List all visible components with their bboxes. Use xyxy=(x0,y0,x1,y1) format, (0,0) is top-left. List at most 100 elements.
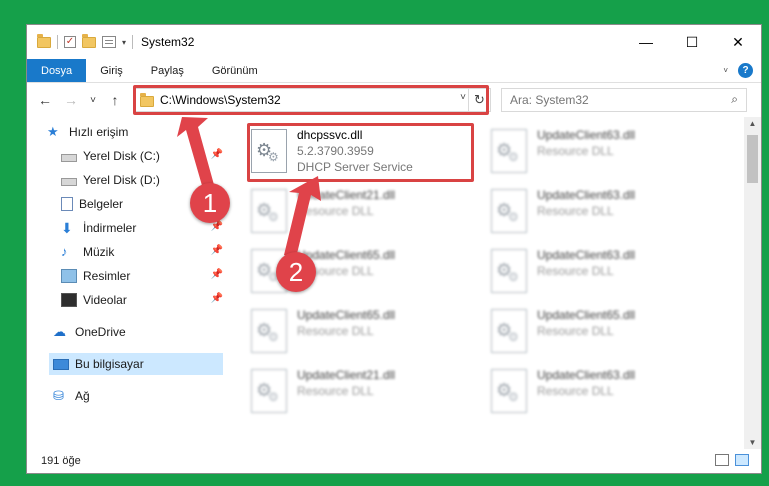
tab-home[interactable]: Giriş xyxy=(86,59,137,82)
window-title: System32 xyxy=(141,35,195,49)
scroll-down-icon[interactable]: ▼ xyxy=(744,438,761,447)
sidebar-item-label: Videolar xyxy=(83,293,127,307)
file-name: UpdateClient63.dll xyxy=(537,368,636,382)
pin-icon[interactable]: 📌 xyxy=(211,149,223,160)
file-name: UpdateClient65.dll xyxy=(297,308,396,322)
scroll-up-icon[interactable]: ▲ xyxy=(744,119,761,128)
title-bar: ✓ ▾ System32 — ☐ ✕ xyxy=(27,25,761,59)
back-button[interactable]: ← xyxy=(35,92,55,108)
file-name: UpdateClient63.dll xyxy=(537,128,636,142)
sidebar-item-label: Ağ xyxy=(75,389,90,403)
disk-icon xyxy=(61,154,77,162)
sidebar-item-pictures[interactable]: Resimler 📌 xyxy=(61,265,223,287)
cloud-icon: ☁ xyxy=(53,324,66,339)
tab-file[interactable]: Dosya xyxy=(27,59,87,82)
recent-locations-button[interactable]: ˅ xyxy=(83,95,103,106)
sidebar-item-local-disk-c[interactable]: Yerel Disk (C:) 📌 xyxy=(61,145,223,167)
file-name: UpdateClient21.dll xyxy=(297,368,396,382)
sidebar-item-this-pc[interactable]: Bu bilgisayar xyxy=(49,353,223,375)
maximize-button[interactable]: ☐ xyxy=(669,25,715,59)
dll-file-icon xyxy=(491,369,527,413)
sidebar-item-onedrive[interactable]: ☁ OneDrive xyxy=(53,321,223,343)
file-item[interactable]: UpdateClient65.dll Resource DLL xyxy=(251,307,481,359)
sidebar-item-label: Yerel Disk (D:) xyxy=(83,173,160,187)
step-marker-1: 1 xyxy=(190,183,230,223)
file-name: UpdateClient63.dll xyxy=(537,188,636,202)
dll-file-icon xyxy=(491,129,527,173)
sidebar-item-label: Hızlı erişim xyxy=(69,125,129,139)
file-description: Resource DLL xyxy=(537,264,614,278)
pin-icon[interactable]: 📌 xyxy=(211,245,223,256)
sidebar-item-label: İndirmeler xyxy=(83,221,137,235)
search-box[interactable]: ⌕ xyxy=(501,88,747,112)
file-item[interactable]: UpdateClient63.dll Resource DLL xyxy=(491,187,721,239)
vertical-scrollbar[interactable]: ▲ ▼ xyxy=(744,117,761,449)
pictures-icon xyxy=(61,269,77,283)
sidebar-item-label: Bu bilgisayar xyxy=(75,357,144,371)
step-marker-2: 2 xyxy=(276,252,316,292)
navigation-pane: ★ Hızlı erişim Yerel Disk (C:) 📌 Yerel D… xyxy=(27,121,223,445)
pin-icon[interactable]: 📌 xyxy=(211,293,223,304)
help-icon[interactable]: ? xyxy=(738,63,753,78)
new-folder-icon[interactable] xyxy=(82,33,96,48)
toolbar-divider xyxy=(57,35,58,49)
pc-icon xyxy=(53,358,69,370)
address-highlight-box xyxy=(133,85,489,115)
sidebar-item-label: Müzik xyxy=(83,245,115,259)
file-description: Resource DLL xyxy=(537,384,614,398)
item-count: 191 öğe xyxy=(41,455,81,467)
sidebar-item-label: Yerel Disk (C:) xyxy=(83,149,160,163)
tiles-view-icon[interactable] xyxy=(735,454,749,466)
sidebar-item-quick-access[interactable]: ★ Hızlı erişim xyxy=(47,121,219,143)
file-item[interactable]: UpdateClient65.dll Resource DLL xyxy=(491,307,721,359)
file-name: UpdateClient21.dll xyxy=(297,188,396,202)
tab-view[interactable]: Görünüm xyxy=(198,59,272,82)
window-controls: — ☐ ✕ xyxy=(623,25,761,59)
dll-file-icon xyxy=(251,309,287,353)
minimize-button[interactable]: — xyxy=(623,25,669,59)
search-icon[interactable]: ⌕ xyxy=(731,92,738,107)
scrollbar-thumb[interactable] xyxy=(747,135,758,183)
forward-button[interactable]: → xyxy=(61,92,81,108)
details-view-icon[interactable] xyxy=(715,454,729,466)
sidebar-item-label: Resimler xyxy=(83,269,131,283)
sidebar-item-downloads[interactable]: ⬇ İndirmeler 📌 xyxy=(61,217,223,239)
sidebar-item-videos[interactable]: Videolar 📌 xyxy=(61,289,223,311)
tab-share[interactable]: Paylaş xyxy=(137,59,198,82)
properties-check-icon[interactable]: ✓ xyxy=(64,36,76,48)
dll-file-icon xyxy=(491,249,527,293)
file-item[interactable]: UpdateClient63.dll Resource DLL xyxy=(491,127,721,179)
file-item[interactable]: UpdateClient63.dll Resource DLL xyxy=(491,367,721,419)
file-item[interactable]: UpdateClient21.dll Resource DLL xyxy=(251,367,481,419)
sidebar-item-network[interactable]: ⛁ Ağ xyxy=(53,385,223,407)
file-item[interactable]: UpdateClient63.dll Resource DLL xyxy=(491,247,721,299)
customize-toolbar-chevron-icon[interactable]: ▾ xyxy=(122,38,126,47)
file-description: Resource DLL xyxy=(297,324,374,338)
pin-icon[interactable]: 📌 xyxy=(211,269,223,280)
properties-icon[interactable] xyxy=(102,36,116,48)
view-toggle xyxy=(715,454,749,466)
ribbon-right-controls: ˅ ? xyxy=(723,63,753,78)
file-description: Resource DLL xyxy=(297,384,374,398)
dll-file-icon xyxy=(491,309,527,353)
music-icon: ♪ xyxy=(61,244,68,259)
dll-file-icon xyxy=(251,369,287,413)
file-name: UpdateClient63.dll xyxy=(537,248,636,262)
up-button[interactable]: ↑ xyxy=(105,92,125,108)
chevron-down-icon[interactable]: ˅ xyxy=(723,66,728,75)
file-description: Resource DLL xyxy=(537,324,614,338)
videos-icon xyxy=(61,293,77,307)
dll-file-icon xyxy=(491,189,527,233)
file-highlight-box xyxy=(247,123,474,182)
document-icon xyxy=(61,197,73,211)
sidebar-item-label: Belgeler xyxy=(79,197,124,211)
file-item[interactable]: UpdateClient21.dll Resource DLL xyxy=(251,187,481,239)
disk-icon xyxy=(61,178,77,186)
network-icon: ⛁ xyxy=(53,388,64,403)
folder-icon xyxy=(37,33,51,48)
dll-file-icon xyxy=(251,189,287,233)
sidebar-item-music[interactable]: ♪ Müzik 📌 xyxy=(61,241,223,263)
star-icon: ★ xyxy=(47,124,59,139)
close-button[interactable]: ✕ xyxy=(715,25,761,59)
search-input[interactable] xyxy=(510,93,710,107)
